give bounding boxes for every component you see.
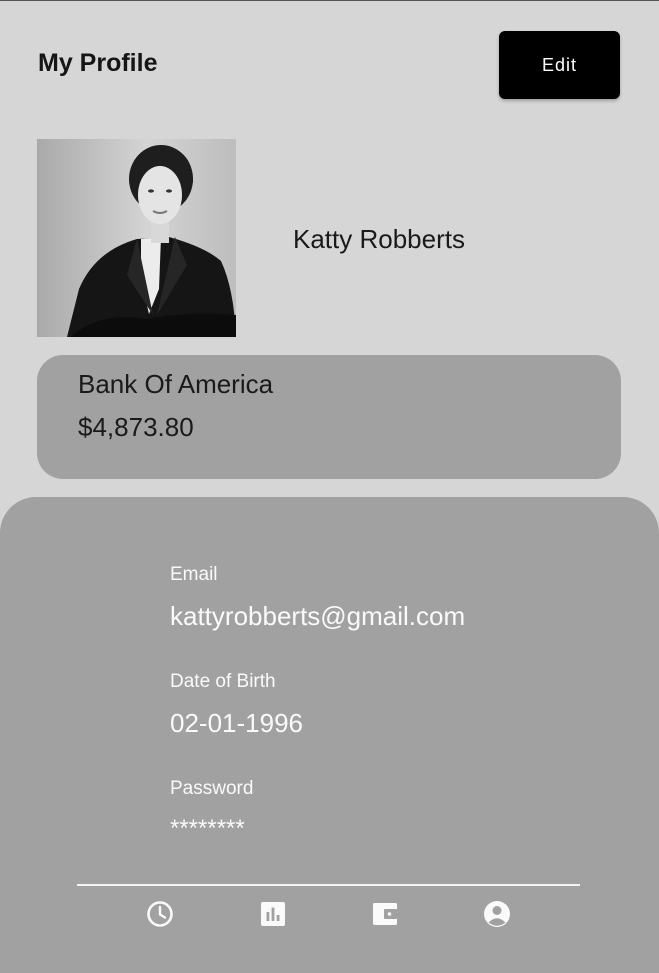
avatar-photo: [37, 139, 236, 337]
bank-balance: $4,873.80: [78, 412, 194, 442]
account-icon[interactable]: [482, 899, 512, 929]
nav-divider: [77, 884, 580, 886]
chart-icon[interactable]: [258, 899, 288, 929]
bank-card[interactable]: Bank Of America $4,873.80: [37, 355, 621, 479]
profile-screen: My Profile Edit Katty Robberts Bank Of A…: [0, 0, 659, 973]
edit-button[interactable]: Edit: [499, 31, 620, 99]
avatar: [37, 139, 236, 337]
bank-name: Bank Of America: [78, 369, 274, 399]
password-value: ********: [170, 815, 245, 842]
email-label: Email: [170, 564, 218, 585]
email-value: kattyrobberts@gmail.com: [170, 601, 466, 631]
dob-label: Date of Birth: [170, 671, 276, 692]
details-panel: Email kattyrobberts@gmail.com Date of Bi…: [0, 497, 659, 973]
dob-value: 02-01-1996: [170, 708, 303, 738]
clock-icon[interactable]: [145, 899, 175, 929]
profile-name: Katty Robberts: [293, 224, 465, 254]
password-label: Password: [170, 778, 254, 799]
wallet-icon[interactable]: [370, 899, 400, 929]
page-title: My Profile: [38, 49, 158, 77]
